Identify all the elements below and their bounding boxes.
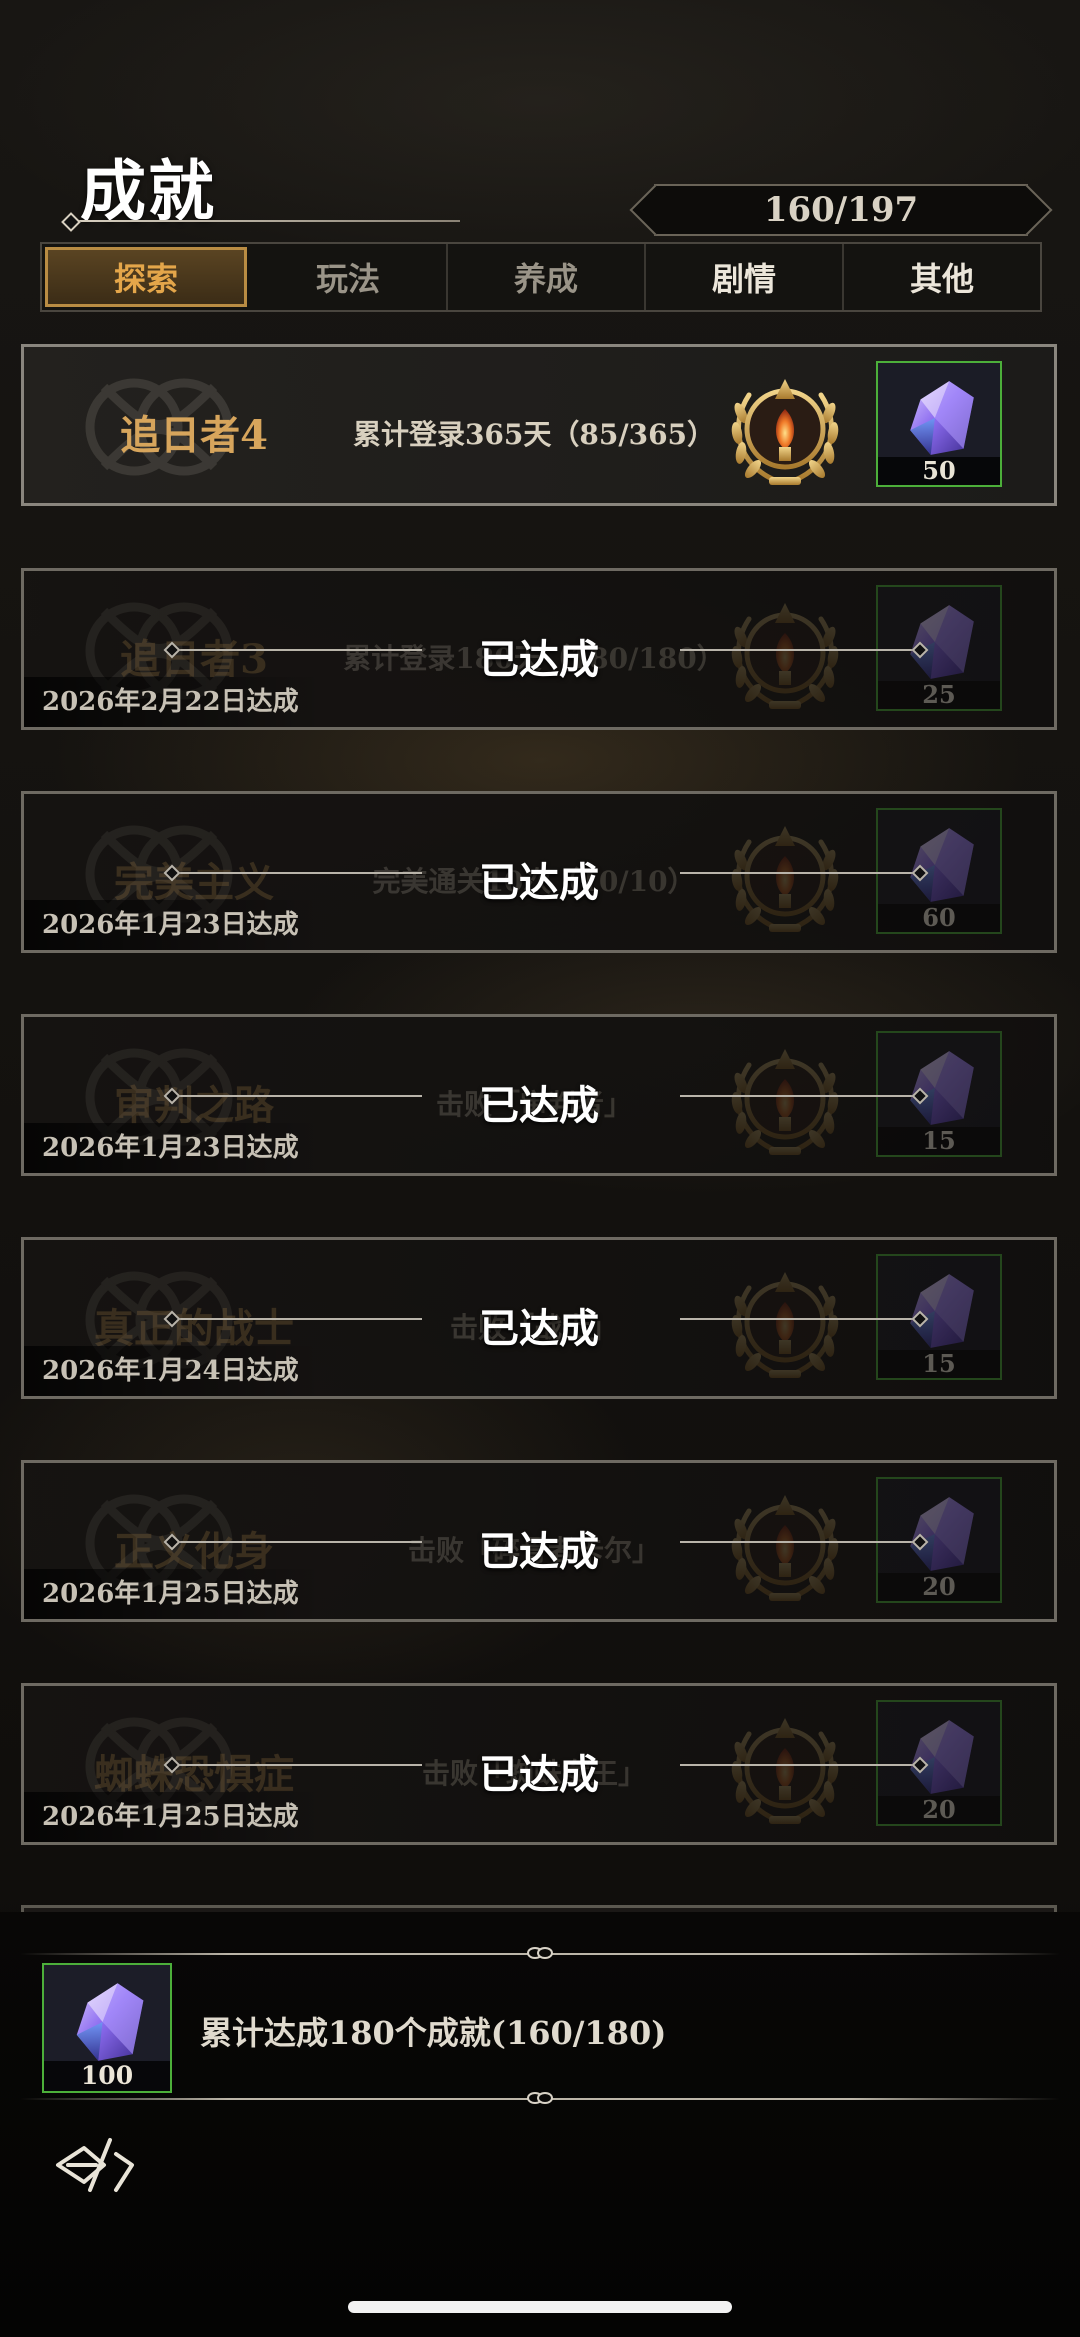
completed-date: 2026年1月23日达成 (24, 900, 324, 950)
completed-date: 2026年1月25日达成 (24, 1569, 324, 1619)
completed-date: 2026年2月22日达成 (24, 677, 324, 727)
achievement-card-completed[interactable]: 追日者3 累计登录180天（180/180） 25 已达成 2026年2月22日… (21, 568, 1057, 730)
completed-date: 2026年1月24日达成 (24, 1346, 324, 1396)
total-reward-item[interactable]: 100 (42, 1963, 172, 2093)
achievement-card-completed[interactable]: 正义化身 击败「碎骨者卡尔」 20 已达成 2026年1月25日达成 (21, 1460, 1057, 1622)
achievement-card-completed[interactable]: 真正的战士 击败「战士」 15 已达成 2026年1月24日达成 (21, 1237, 1057, 1399)
achievements-screen: 成就 160/197 探索 玩法 养成 剧情 其他 追日者4 累计登录365天（… (0, 0, 1080, 2337)
purple-crystal-icon (66, 1979, 152, 2065)
knot-ornament-icon (527, 1947, 553, 1959)
completed-date: 2026年1月23日达成 (24, 1123, 324, 1173)
reward-count: 50 (878, 457, 1000, 485)
purple-crystal-icon (900, 377, 982, 459)
total-reward-description: 累计达成180个成就(160/180) (200, 2014, 667, 2052)
reward-item[interactable]: 50 (876, 361, 1002, 487)
achievement-description: 累计登录365天（85/365） (352, 418, 716, 451)
total-reward-count: 100 (44, 2061, 170, 2091)
home-indicator[interactable] (348, 2301, 732, 2313)
back-arrow-icon[interactable] (54, 2132, 136, 2198)
knot-ornament-icon (527, 2092, 553, 2104)
achievement-card-completed[interactable]: 完美主义 完美通关10次（10/10） 60 已达成 2026年1月23日达成 (21, 791, 1057, 953)
achievement-list: 追日者4 累计登录365天（85/365） 50 追日者3 累计登录180天（1… (0, 0, 1080, 1945)
completed-date: 2026年1月25日达成 (24, 1792, 324, 1842)
achievement-card-current[interactable]: 追日者4 累计登录365天（85/365） 50 (21, 344, 1057, 506)
achievement-name: 追日者4 (120, 412, 268, 459)
achievement-card-completed[interactable]: 蜘蛛恐惧症 击败「蜘蛛女王」 20 已达成 2026年1月25日达成 (21, 1683, 1057, 1845)
total-reward-panel: 100 累计达成180个成就(160/180) (0, 1912, 1080, 2337)
laurel-medal-icon (719, 365, 851, 493)
achievement-card-completed[interactable]: 审判之路 击败「审判者」 15 已达成 2026年1月23日达成 (21, 1014, 1057, 1176)
